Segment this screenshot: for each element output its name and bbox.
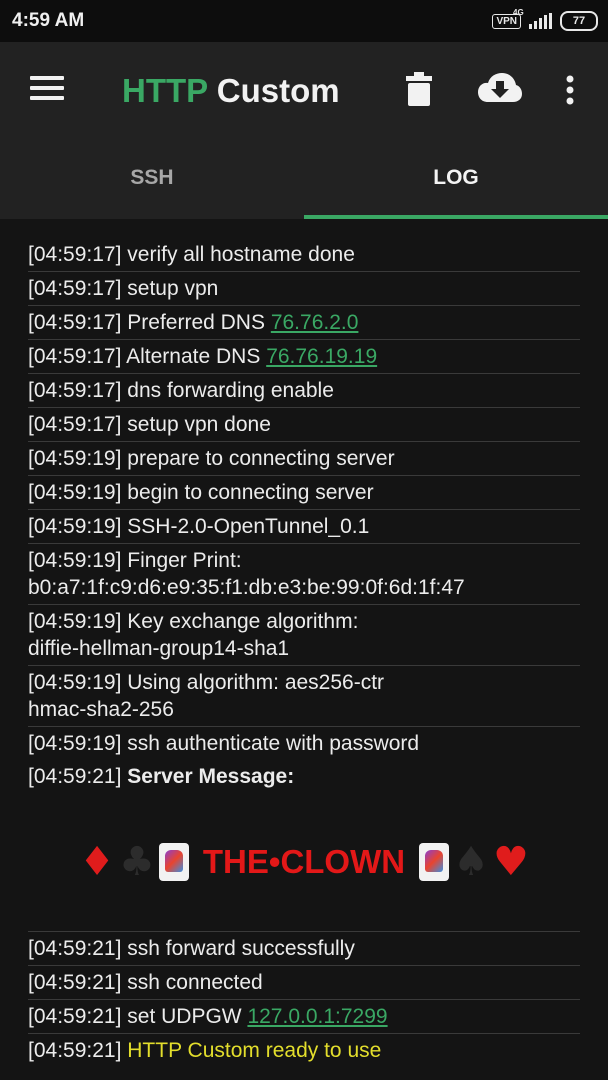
log-line: [04:59:21] HTTP Custom ready to use xyxy=(28,1034,580,1067)
log-text: begin to connecting server xyxy=(127,481,374,504)
app-title: HTTP Custom xyxy=(122,72,340,110)
log-text: set UDPGW xyxy=(127,1005,242,1028)
more-vert-icon[interactable] xyxy=(565,75,575,105)
tab-ssh[interactable]: SSH xyxy=(0,137,304,219)
log-text: Preferred DNS xyxy=(127,311,265,334)
log-line: [04:59:19] prepare to connecting server xyxy=(28,442,580,476)
log-text: Finger Print: xyxy=(127,549,242,572)
log-time: [04:59:17] xyxy=(28,413,122,436)
tab-indicator xyxy=(304,215,608,219)
log-line: [04:59:21] ssh connected xyxy=(28,966,580,1000)
log-text: ssh forward successfully xyxy=(127,937,355,960)
log-text-continued: diffie-hellman-group14-sha1 xyxy=(28,637,290,660)
log-time: [04:59:17] xyxy=(28,243,122,266)
log-text: setup vpn xyxy=(127,277,219,300)
log-line: [04:59:21] set UDPGW 127.0.0.1:7299 xyxy=(28,1000,580,1034)
log-line: [04:59:17] setup vpn xyxy=(28,272,580,306)
server-message-banner: ♦ ♣ THE•CLOWN ♠ ♥ xyxy=(28,793,580,932)
banner-text: THE•CLOWN xyxy=(202,843,406,880)
log-text: prepare to connecting server xyxy=(127,447,395,470)
log-line: [04:59:19] Using algorithm: aes256-ctr hm… xyxy=(28,666,580,727)
app-title-http: HTTP xyxy=(122,72,208,109)
joker-card-icon xyxy=(158,843,189,881)
status-bar: 4:59 AM VPN 4G 77 xyxy=(0,0,608,42)
log-time: [04:59:19] xyxy=(28,481,122,504)
log-text: ssh authenticate with password xyxy=(127,732,420,755)
log-text: Key exchange algorithm: xyxy=(127,610,359,633)
trash-icon[interactable] xyxy=(406,72,432,106)
battery-icon: 77 xyxy=(560,11,598,31)
log-time: [04:59:21] xyxy=(28,937,122,960)
network-type: 4G xyxy=(513,8,524,17)
log-line: [04:59:19] ssh authenticate with passwor… xyxy=(28,727,580,760)
signal-icon: 4G xyxy=(513,9,552,29)
log-line: [04:59:19] SSH-2.0-OpenTunnel_0.1 xyxy=(28,510,580,544)
log-text: setup vpn done xyxy=(127,413,271,436)
log-line: [04:59:17] verify all hostname done xyxy=(28,238,580,272)
log-time: [04:59:21] xyxy=(28,971,122,994)
log-time: [04:59:17] xyxy=(28,311,122,334)
tab-log[interactable]: LOG xyxy=(304,137,608,219)
diamond-icon: ♦ xyxy=(79,839,116,885)
udpgw-link[interactable]: 127.0.0.1:7299 xyxy=(247,1005,387,1028)
spade-icon: ♠ xyxy=(453,839,489,885)
log-text: verify all hostname done xyxy=(127,243,355,266)
log-time: [04:59:21] xyxy=(28,1039,122,1062)
log-time: [04:59:19] xyxy=(28,610,122,633)
log-line: [04:59:19] Finger Print: b0:a7:1f:c9:d6:e… xyxy=(28,544,580,605)
log-time: [04:59:17] xyxy=(28,345,122,368)
dns-link[interactable]: 76.76.2.0 xyxy=(271,311,359,334)
status-time: 4:59 AM xyxy=(12,10,85,31)
log-time: [04:59:21] xyxy=(28,1005,122,1028)
log-text: SSH-2.0-OpenTunnel_0.1 xyxy=(127,515,370,538)
heart-icon: ♥ xyxy=(492,839,529,885)
log-text: Alternate DNS xyxy=(126,345,261,368)
status-indicators: VPN 4G 77 xyxy=(492,9,598,32)
log-time: [04:59:19] xyxy=(28,515,122,538)
log-time: [04:59:19] xyxy=(28,549,122,572)
log-time: [04:59:19] xyxy=(28,447,122,470)
server-message-label: Server Message: xyxy=(127,765,295,788)
log-text-continued: hmac-sha2-256 xyxy=(28,698,174,721)
log-list[interactable]: [04:59:17] verify all hostname done [04:… xyxy=(28,238,580,1067)
log-line: [04:59:17] dns forwarding enable xyxy=(28,374,580,408)
log-line: [04:59:19] begin to connecting server xyxy=(28,476,580,510)
log-line: [04:59:21] Server Message: xyxy=(28,760,580,793)
log-text: ssh connected xyxy=(127,971,263,994)
log-text: dns forwarding enable xyxy=(127,379,334,402)
log-line: [04:59:19] Key exchange algorithm: diffie… xyxy=(28,605,580,666)
log-line: [04:59:17] setup vpn done xyxy=(28,408,580,442)
log-line: [04:59:17] Preferred DNS 76.76.2.0 xyxy=(28,306,580,340)
tab-bar: SSH LOG xyxy=(0,137,608,219)
app-title-custom: Custom xyxy=(216,72,340,109)
log-line: [04:59:21] ssh forward successfully xyxy=(28,932,580,966)
club-icon: ♣ xyxy=(119,839,155,885)
menu-icon[interactable] xyxy=(30,76,64,100)
log-line: [04:59:17] Alternate DNS 76.76.19.19 xyxy=(28,340,580,374)
log-time: [04:59:19] xyxy=(28,671,122,694)
dns-link[interactable]: 76.76.19.19 xyxy=(266,345,377,368)
log-time: [04:59:21] xyxy=(28,765,122,788)
log-time: [04:59:17] xyxy=(28,277,122,300)
log-text: Using algorithm: aes256-ctr xyxy=(127,671,385,694)
ready-message: HTTP Custom ready to use xyxy=(127,1039,382,1062)
log-time: [04:59:17] xyxy=(28,379,122,402)
app-bar: HTTP Custom xyxy=(0,42,608,137)
cloud-download-icon[interactable] xyxy=(478,72,522,106)
log-time: [04:59:19] xyxy=(28,732,122,755)
joker-card-icon xyxy=(419,843,450,881)
log-text-continued: b0:a7:1f:c9:d6:e9:35:f1:db:e3:be:99:0f:6… xyxy=(28,576,465,599)
